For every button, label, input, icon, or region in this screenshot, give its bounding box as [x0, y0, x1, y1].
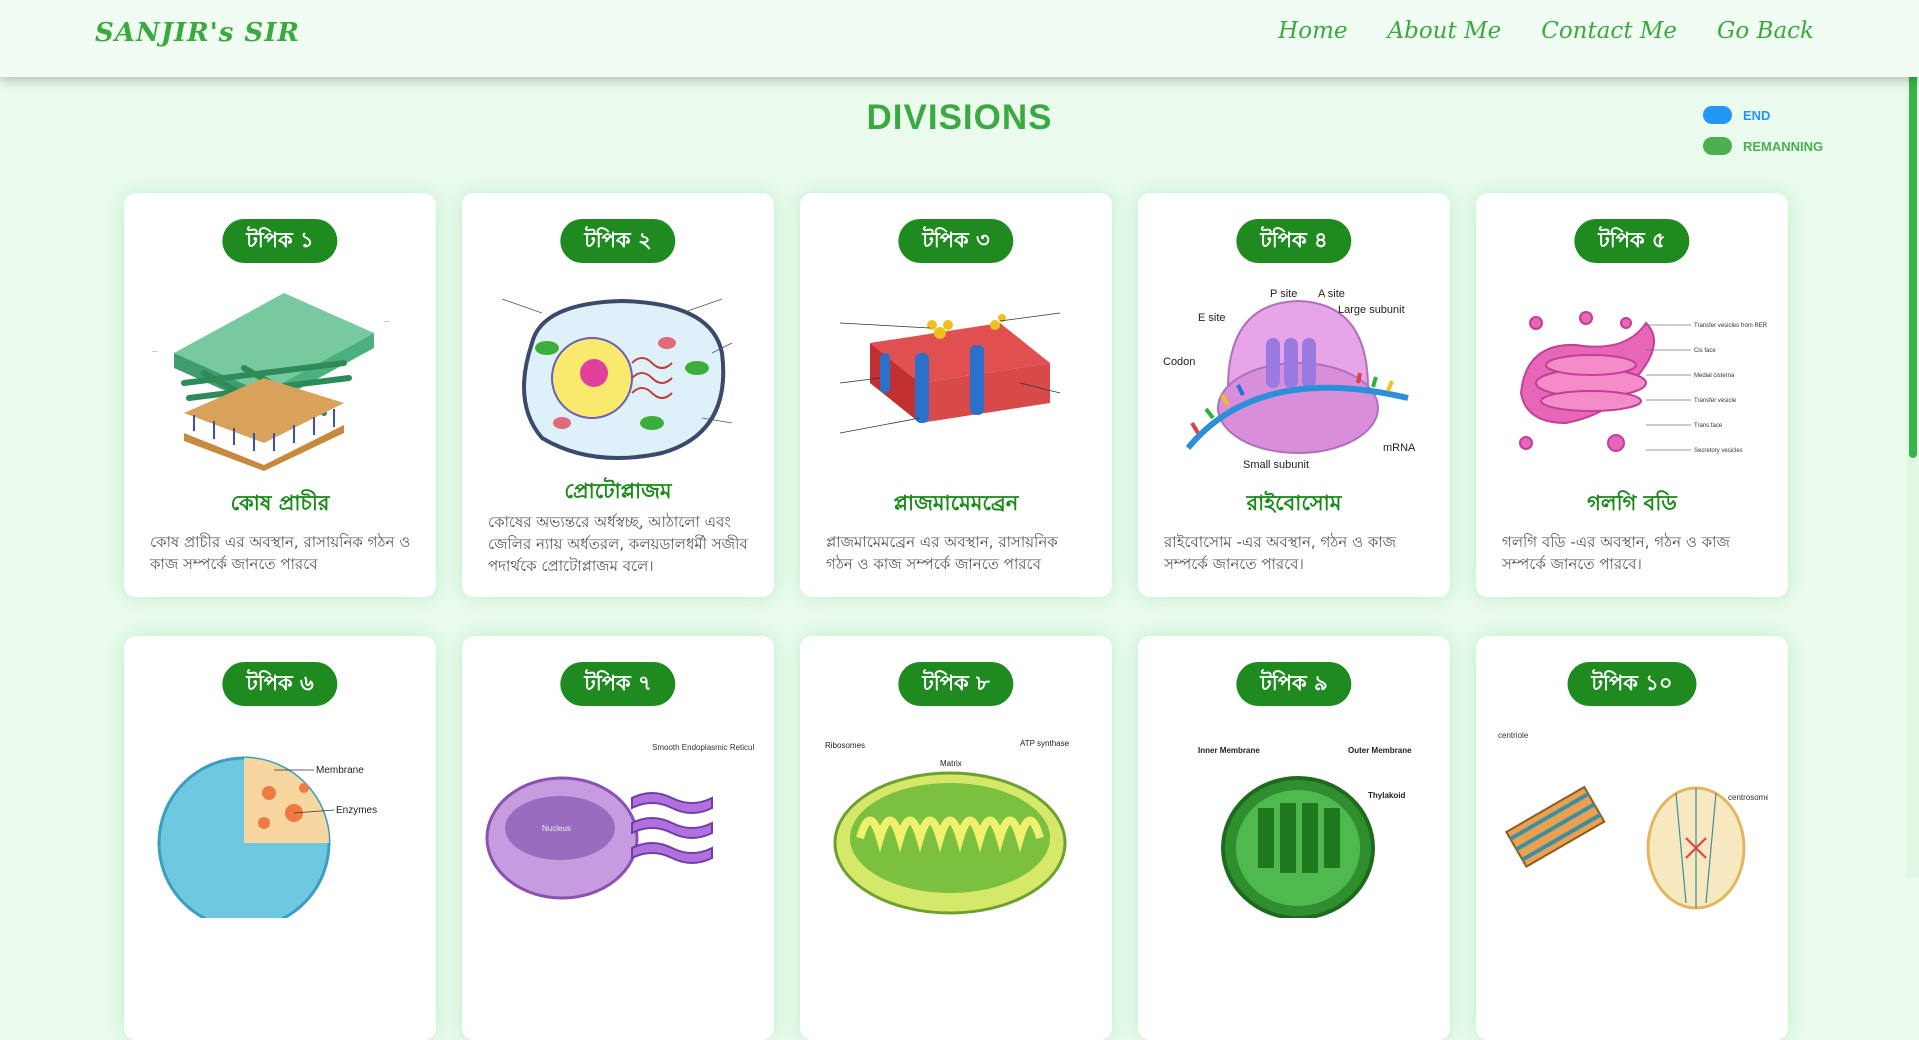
topic-card-3[interactable]: টপিক ৩ প্লাজমামেমব্রেন প্লাজমামেমব্রেন এ…: [800, 193, 1112, 597]
centriole-illustration: centriole centrosome: [1498, 731, 1768, 910]
endoplasmic-reticulum-illustration: Smooth Endoplasmic Reticulum (SER) Nucle…: [485, 743, 754, 900]
topic-badge: টপিক ২: [560, 219, 676, 263]
ribosome-label-mrna: mRNA: [1383, 442, 1416, 454]
topic-card-7[interactable]: টপিক ৭ Smooth Endoplasmic Reticulum (SER…: [462, 636, 774, 1040]
ribosome-label-p-site: P site: [1270, 288, 1297, 300]
topic-card-5[interactable]: টপিক ৫ Transfer vesicles from RER Cis fa…: [1476, 193, 1788, 597]
ribosome-label-a-site: A site: [1318, 288, 1345, 300]
centriole-label-centriole: centriole: [1498, 731, 1529, 740]
chloro-label-inner-membrane: Inner Membrane: [1198, 746, 1260, 755]
golgi-label-trans-face: Trans face: [1694, 423, 1723, 429]
topic-description: রাইবোসোম -এর অবস্থান, গঠন ও কাজ সম্পর্কে…: [1164, 533, 1397, 573]
nav-link-go-back[interactable]: Go Back: [1717, 18, 1814, 44]
topic-description: কোষের অভ্যন্তরে অর্ধস্বচ্ছ, আঠালো এবং জে…: [488, 513, 748, 575]
cell-wall-illustration: ——: [152, 293, 390, 471]
chloro-label-thylakoid: Thylakoid: [1368, 791, 1405, 800]
topic-badge: টপিক ৯: [1236, 662, 1352, 706]
chloro-label-outer-membrane: Outer Membrane: [1348, 746, 1412, 755]
nav-link-about-me[interactable]: About Me: [1388, 18, 1502, 44]
page-title: DIVISIONS: [866, 98, 1053, 137]
centriole-label-centrosome: centrosome: [1728, 793, 1768, 802]
er-label-smooth-er: Smooth Endoplasmic Reticulum (SER): [652, 743, 754, 752]
status-legend: END REMANNING: [1703, 104, 1823, 166]
topic-card-6[interactable]: টপিক ৬ Membrane Enzymes: [124, 636, 436, 1040]
mito-label-ribosomes: Ribosomes: [825, 741, 865, 750]
nav-link-home[interactable]: Home: [1278, 18, 1347, 44]
er-label-nucleus: Nucleus: [542, 824, 571, 833]
legend-label-end: END: [1743, 107, 1771, 123]
svg-text:—: —: [384, 318, 390, 325]
topic-badge: টপিক ৬: [222, 662, 338, 706]
brand-logo[interactable]: SANJIR's SIR: [95, 18, 300, 48]
golgi-body-illustration: Transfer vesicles from RER Cis face Medi…: [1519, 311, 1768, 454]
topic-badge: টপিক ১০: [1567, 662, 1697, 706]
lysosome-illustration: Membrane Enzymes: [157, 756, 377, 918]
legend-swatch-remaining: [1703, 137, 1732, 155]
topic-description: গলগি বডি -এর অবস্থান, গঠন ও কাজ সম্পর্কে…: [1502, 533, 1730, 573]
topic-card-8[interactable]: টপিক ৮ Ribosomes Matrix ATP synthase: [800, 636, 1112, 1040]
nav-link-contact-me[interactable]: Contact Me: [1541, 18, 1677, 44]
lysosome-label-enzymes: Enzymes: [336, 805, 377, 816]
topic-description: প্লাজমামেমব্রেন এর অবস্থান, রাসায়নিক গঠ…: [826, 533, 1058, 573]
ribosome-label-codon: Codon: [1163, 356, 1195, 368]
golgi-label-transfer-vesicles-rer: Transfer vesicles from RER: [1694, 323, 1768, 329]
lysosome-label-membrane: Membrane: [316, 765, 364, 776]
nav-links: Home About Me Contact Me Go Back: [1278, 18, 1814, 44]
golgi-label-secretory-vesicles: Secretory vesicles: [1694, 448, 1743, 454]
svg-text:—: —: [152, 348, 158, 355]
topic-title: কোষ প্রাচীর: [230, 491, 330, 515]
topic-title: প্লাজমামেমব্রেন: [893, 491, 1019, 515]
ribosome-label-small-subunit: Small subunit: [1243, 459, 1309, 471]
golgi-label-transfer-vesicle: Transfer vesicle: [1694, 398, 1737, 404]
topic-card-4[interactable]: টপিক ৪ P site A site E site Large subuni…: [1138, 193, 1450, 597]
mito-label-matrix: Matrix: [940, 759, 962, 768]
ribosome-illustration: P site A site E site Large subunit Codon…: [1163, 288, 1416, 471]
topic-title: গলগি বডি: [1587, 491, 1677, 515]
topic-card-9[interactable]: টপিক ৯ Inner Membrane Outer Membrane Thy…: [1138, 636, 1450, 1040]
plasma-membrane-illustration: [839, 312, 1061, 434]
top-navbar: SANJIR's SIR Home About Me Contact Me Go…: [0, 0, 1919, 77]
protoplasm-illustration: [501, 298, 733, 460]
golgi-label-medial-cisterna: Medial cisterna: [1694, 373, 1735, 379]
mito-label-atp-synthase: ATP synthase: [1020, 739, 1070, 748]
ribosome-label-e-site: E site: [1198, 312, 1226, 324]
mitochondria-illustration: Ribosomes Matrix ATP synthase: [825, 739, 1070, 915]
topic-title: রাইবোসোম: [1246, 491, 1342, 515]
topic-description: কোষ প্রাচীর এর অবস্থান, রাসায়নিক গঠন ও …: [150, 533, 411, 573]
legend-item-end: END: [1703, 104, 1823, 126]
topic-card-2[interactable]: টপিক ২ প্রোটোপ্লাজম কোষের অভ্যন্তরে অর্ধ…: [462, 193, 774, 597]
topic-card-10[interactable]: টপিক ১০ centriole centrosome: [1476, 636, 1788, 1040]
topic-card-1[interactable]: টপিক ১ — — কোষ প্রাচীর কোষ প্রাচীর এর অবস…: [124, 193, 436, 597]
topic-badge: টপিক ৩: [898, 219, 1014, 263]
topic-badge: টপিক ১: [222, 219, 338, 263]
ribosome-label-large-subunit: Large subunit: [1338, 304, 1405, 316]
golgi-label-cis-face: Cis face: [1694, 348, 1716, 354]
page-scrollbar[interactable]: [1907, 0, 1919, 877]
topic-badge: টপিক ৪: [1236, 219, 1352, 263]
topic-badge: টপিক ৭: [560, 662, 676, 706]
legend-swatch-end: [1703, 106, 1732, 124]
legend-label-remaining: REMANNING: [1743, 138, 1824, 154]
topic-badge: টপিক ৮: [898, 662, 1014, 706]
legend-item-remaining: REMANNING: [1703, 135, 1823, 157]
chloroplast-illustration: Inner Membrane Outer Membrane Thylakoid: [1198, 746, 1412, 918]
topic-badge: টপিক ৫: [1574, 219, 1690, 263]
topic-title: প্রোটোপ্লাজম: [564, 479, 672, 503]
